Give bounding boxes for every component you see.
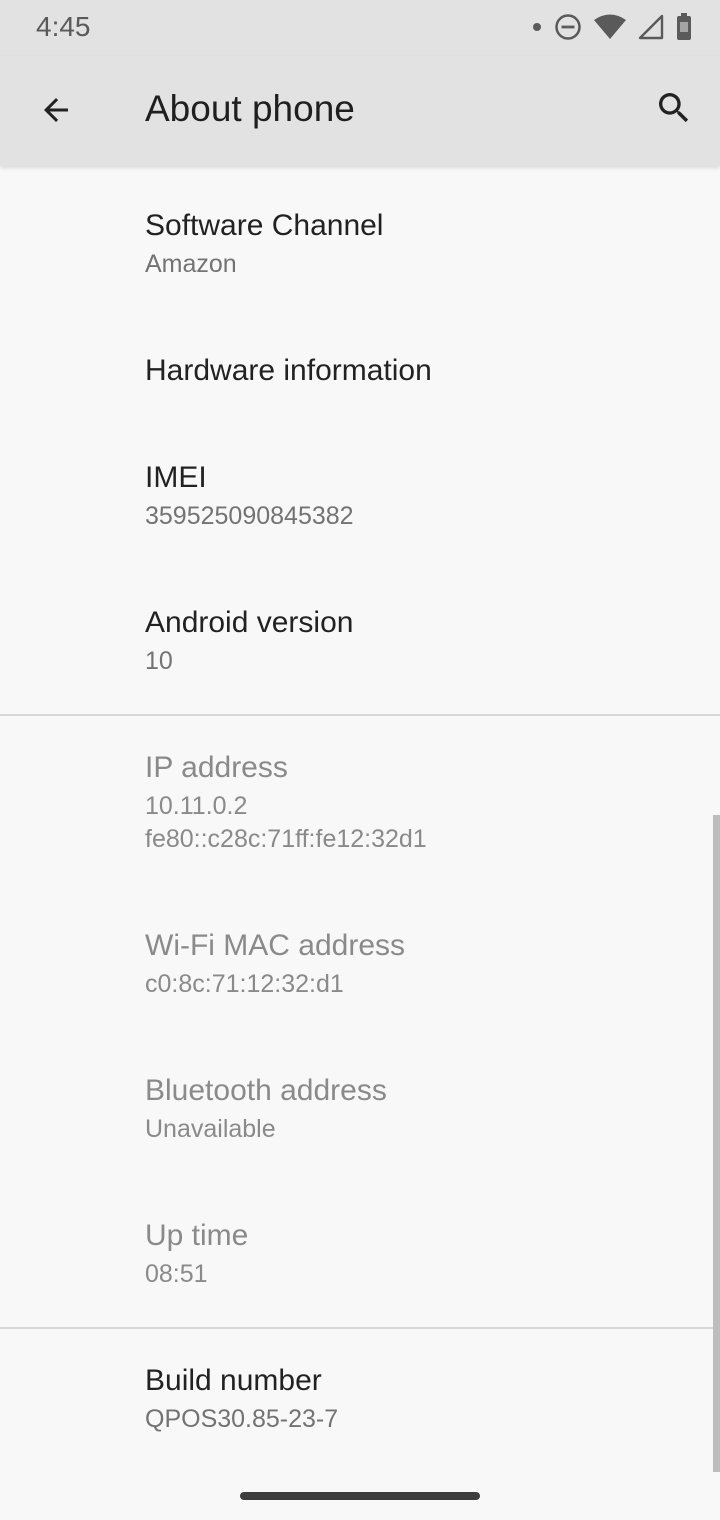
imei-item[interactable]: IMEI 359525090845382 [145, 459, 685, 533]
ip-address-item: IP address 10.11.0.2 fe80::c28c:71ff:fe1… [145, 749, 685, 856]
scrollbar[interactable] [713, 815, 720, 1472]
item-subtitle: c0:8c:71:12:32:d1 [145, 970, 344, 998]
item-title: Software Channel [145, 209, 384, 242]
notification-dot-icon [533, 23, 541, 31]
gesture-navigation-handle[interactable] [240, 1492, 480, 1500]
item-subtitle: Amazon [145, 250, 237, 278]
item-subtitle: 10.11.0.2 [145, 792, 248, 820]
item-title: Bluetooth address [145, 1074, 387, 1107]
status-time: 4:45 [36, 11, 91, 42]
about-phone-screen: 4:45 About phone Software Channel Amazon… [0, 0, 720, 1520]
back-button[interactable] [28, 82, 84, 138]
search-icon [659, 93, 689, 123]
item-title: IP address [145, 751, 288, 784]
item-title: Wi-Fi MAC address [145, 929, 406, 962]
arrow-back-icon [44, 98, 68, 122]
bluetooth-address-item: Bluetooth address Unavailable [145, 1072, 685, 1146]
divider [0, 1327, 720, 1329]
status-bar: 4:45 [0, 0, 720, 56]
wifi-mac-address-item: Wi-Fi MAC address c0:8c:71:12:32:d1 [145, 927, 685, 1001]
item-subtitle: 10 [145, 647, 173, 675]
app-bar: About phone [0, 56, 720, 166]
item-subtitle: 08:51 [145, 1260, 208, 1288]
up-time-item: Up time 08:51 [145, 1217, 685, 1291]
item-subtitle: Unavailable [145, 1115, 276, 1143]
hardware-information-item[interactable]: Hardware information [145, 352, 685, 390]
wifi-icon [594, 14, 626, 39]
item-title: IMEI [145, 461, 207, 494]
search-button[interactable] [646, 80, 702, 136]
item-title: Hardware information [145, 354, 432, 387]
divider [0, 714, 720, 716]
do-not-disturb-icon [555, 14, 581, 40]
android-version-item[interactable]: Android version 10 [145, 604, 685, 678]
item-title: Build number [145, 1364, 322, 1397]
page-title: About phone [145, 88, 355, 129]
status-icons [532, 12, 692, 42]
item-title: Android version [145, 606, 354, 639]
item-title: Up time [145, 1219, 249, 1252]
software-channel-item[interactable]: Software Channel Amazon [145, 207, 685, 281]
battery-icon [677, 13, 691, 40]
item-subtitle: 359525090845382 [145, 502, 354, 530]
item-subtitle-2: fe80::c28c:71ff:fe12:32d1 [145, 825, 427, 853]
cell-signal-icon [638, 14, 664, 40]
build-number-item[interactable]: Build number QPOS30.85-23-7 [145, 1362, 685, 1436]
item-subtitle: QPOS30.85-23-7 [145, 1405, 339, 1433]
